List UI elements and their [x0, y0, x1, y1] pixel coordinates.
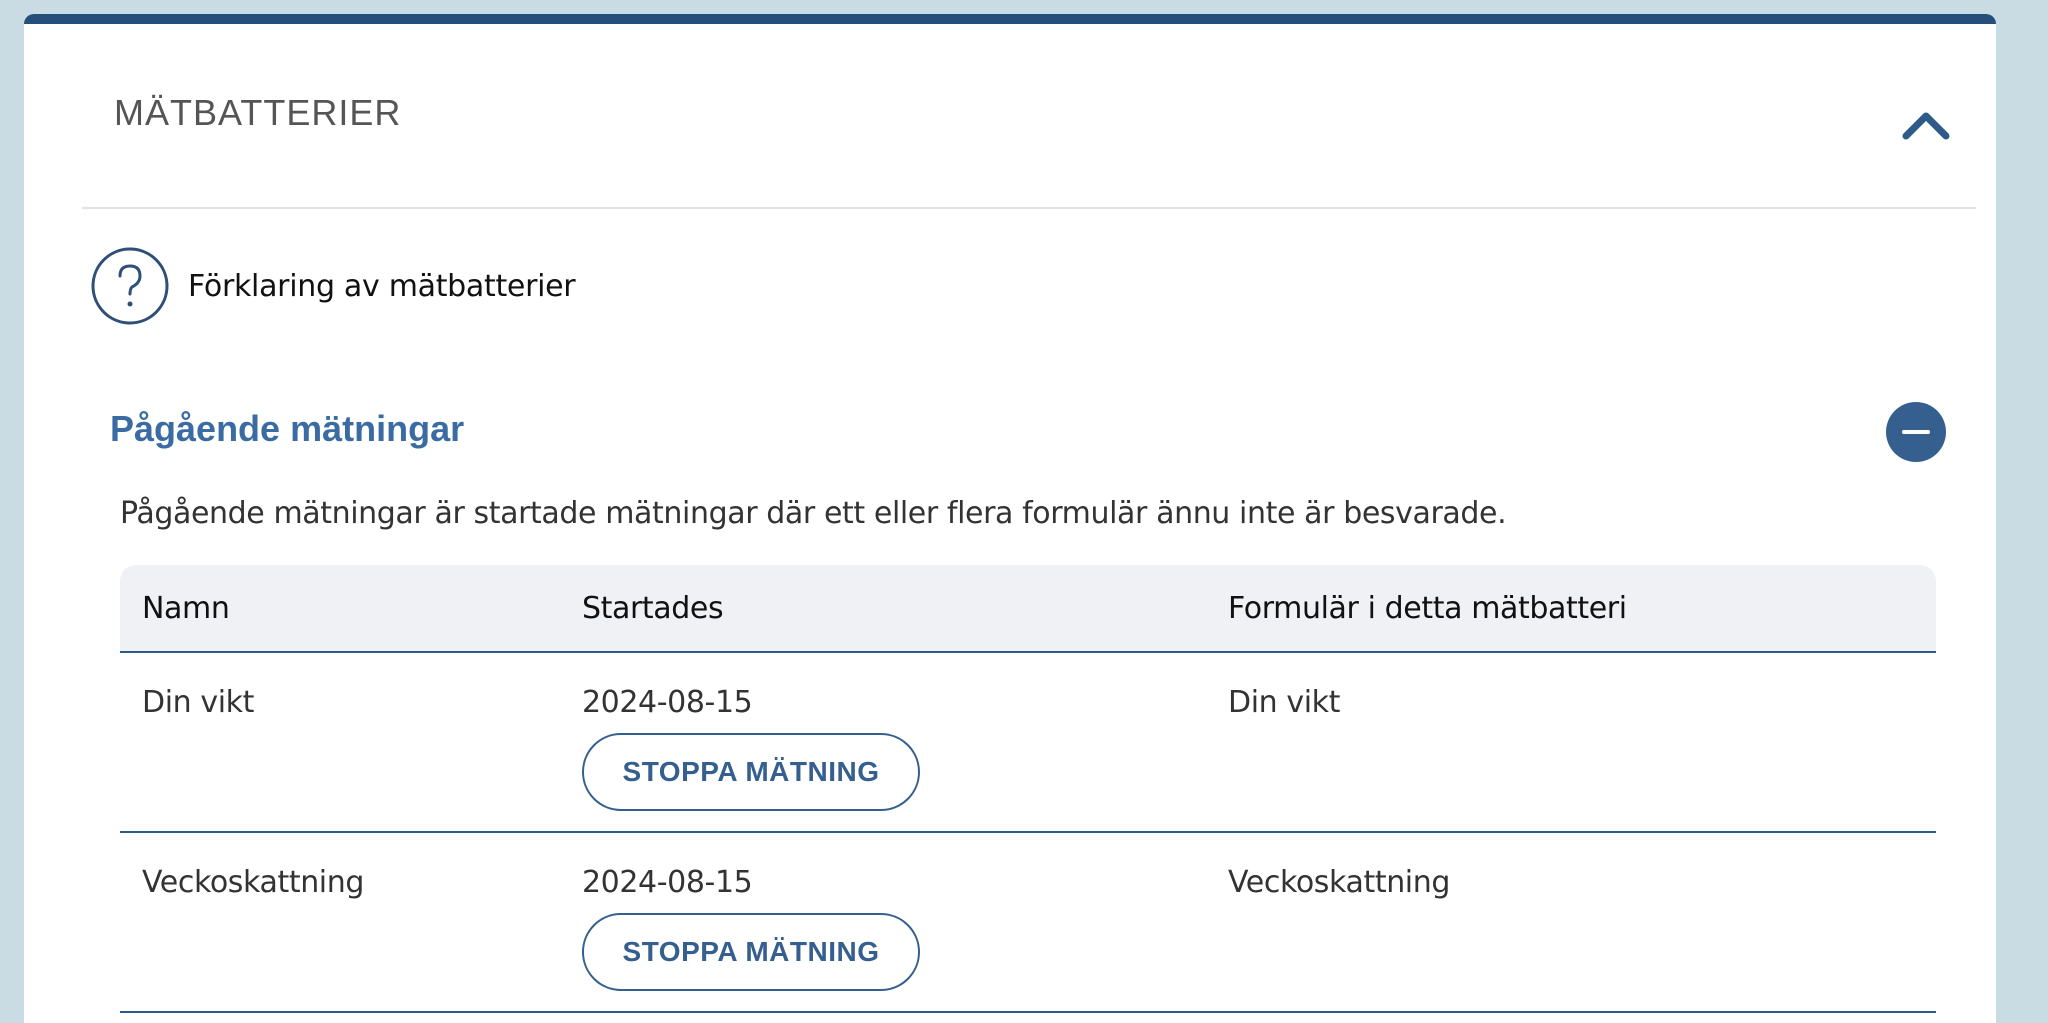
ongoing-measurements-table: Namn Startades Formulär i detta mätbatte… [120, 565, 1936, 1013]
row-forms: Din vikt [1228, 685, 1341, 720]
column-header-started: Startades [582, 591, 724, 626]
stop-measurement-button[interactable]: STOPPA MÄTNING [582, 733, 920, 811]
table-row: Din vikt 2024-08-15 Din vikt STOPPA MÄTN… [120, 653, 1936, 833]
column-header-name: Namn [142, 591, 230, 626]
measurement-batteries-panel: MÄTBATTERIER Förklaring av mätbatterier … [24, 14, 1996, 1023]
panel-header[interactable]: MÄTBATTERIER [24, 24, 1996, 208]
row-forms: Veckoskattning [1228, 865, 1450, 900]
row-name: Din vikt [142, 685, 255, 720]
help-link[interactable]: Förklaring av mätbatterier [90, 246, 576, 326]
panel-title: MÄTBATTERIER [114, 92, 402, 133]
row-name: Veckoskattning [142, 865, 364, 900]
section-title: Pågående mätningar [110, 408, 465, 449]
table-header: Namn Startades Formulär i detta mätbatte… [120, 565, 1936, 653]
stop-measurement-button[interactable]: STOPPA MÄTNING [582, 913, 920, 991]
chevron-up-icon[interactable] [1898, 104, 1954, 144]
question-circle-icon [91, 247, 169, 325]
collapse-section-button[interactable] [1886, 402, 1946, 462]
header-divider [82, 207, 1976, 209]
section-description: Pågående mätningar är startade mätningar… [120, 496, 1507, 531]
row-started-date: 2024-08-15 [582, 865, 753, 900]
page: MÄTBATTERIER Förklaring av mätbatterier … [0, 0, 2048, 1023]
row-started-date: 2024-08-15 [582, 685, 753, 720]
column-header-forms: Formulär i detta mätbatteri [1228, 591, 1627, 626]
help-link-label: Förklaring av mätbatterier [188, 268, 576, 304]
table-row: Veckoskattning 2024-08-15 Veckoskattning… [120, 833, 1936, 1013]
